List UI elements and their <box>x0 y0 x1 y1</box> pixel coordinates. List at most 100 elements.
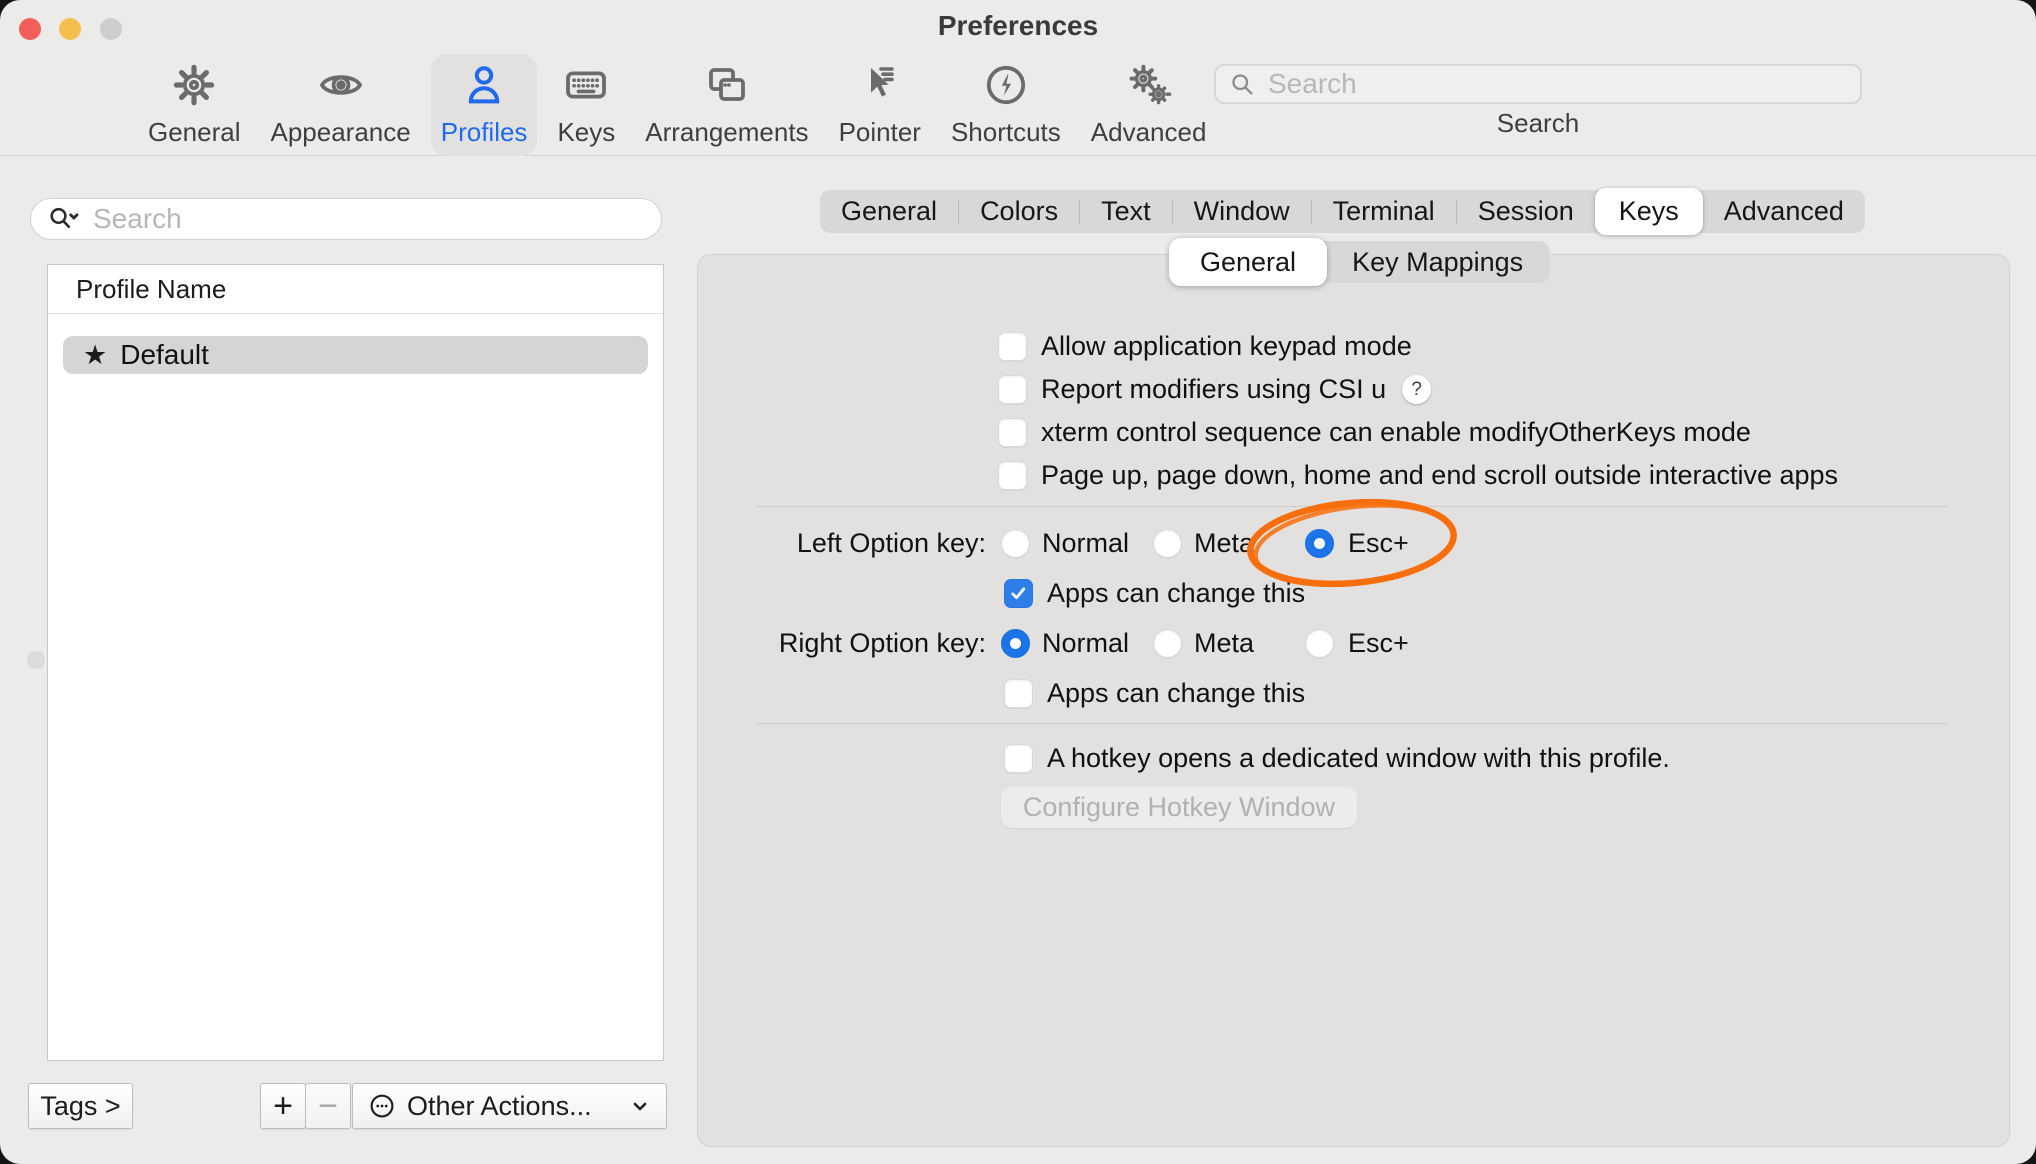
tab-window[interactable]: Window <box>1173 190 1311 233</box>
checkbox-label: Report modifiers using CSI u <box>1041 374 1386 405</box>
toolbar-item-general[interactable]: General <box>138 54 251 156</box>
toolbar-item-label: Pointer <box>839 117 921 148</box>
checkbox-label: Apps can change this <box>1047 678 1305 709</box>
tags-button[interactable]: Tags > <box>28 1083 133 1129</box>
hotkey-row: A hotkey opens a dedicated window with t… <box>1004 743 1670 774</box>
radio-label: Meta <box>1194 528 1254 559</box>
keys-subtab-strip: General Key Mappings <box>1171 241 1550 283</box>
checkbox-label: Apps can change this <box>1047 578 1305 609</box>
left-option-key-label: Left Option key: <box>698 528 986 558</box>
left-option-meta: Meta <box>1153 528 1254 559</box>
other-actions-label: Other Actions... <box>407 1091 592 1122</box>
toolbar-item-label: Arrangements <box>645 117 808 148</box>
toolbar-item-arrangements[interactable]: Arrangements <box>635 54 818 156</box>
profile-row-default[interactable]: ★ Default <box>63 336 648 374</box>
other-actions-dropdown[interactable]: Other Actions... <box>352 1083 667 1129</box>
right-apps-change-row: Apps can change this <box>1004 678 1305 709</box>
remove-profile-button[interactable]: − <box>305 1083 351 1129</box>
window-title: Preferences <box>0 10 2036 42</box>
windows-icon <box>702 61 752 114</box>
checkbox-row: Page up, page down, home and end scroll … <box>998 460 1838 491</box>
toolbar-item-appearance[interactable]: Appearance <box>261 54 421 156</box>
hotkey-window-checkbox[interactable] <box>1004 744 1033 773</box>
right-option-meta: Meta <box>1153 628 1254 659</box>
tab-text[interactable]: Text <box>1080 190 1172 233</box>
add-profile-button[interactable]: + <box>260 1083 306 1129</box>
toolbar-item-label: Profiles <box>441 117 528 148</box>
profile-tab-strip: General Colors Text Window Terminal Sess… <box>820 190 1865 233</box>
left-option-normal: Normal <box>1001 528 1129 559</box>
checkbox-row: Report modifiers using CSI u ? <box>998 374 1431 405</box>
radio-label: Esc+ <box>1348 628 1409 659</box>
person-icon <box>459 61 509 114</box>
allow-keypad-checkbox[interactable] <box>998 332 1027 361</box>
tab-general[interactable]: General <box>820 190 958 233</box>
default-star-icon: ★ <box>83 342 107 369</box>
right-option-esc-radio[interactable] <box>1305 629 1334 658</box>
toolbar-item-keys[interactable]: Keys <box>547 54 625 156</box>
toolbar-item-advanced[interactable]: Advanced <box>1081 54 1217 156</box>
right-option-normal: Normal <box>1001 628 1129 659</box>
right-apps-change-checkbox[interactable] <box>1004 679 1033 708</box>
search-icon <box>1228 70 1256 98</box>
left-option-normal-radio[interactable] <box>1001 529 1030 558</box>
cursor-icon <box>855 61 905 114</box>
profile-name: Default <box>120 339 209 371</box>
right-option-key-label: Right Option key: <box>698 628 986 658</box>
right-option-normal-radio[interactable] <box>1001 629 1030 658</box>
left-option-esc: Esc+ <box>1305 528 1409 559</box>
tab-terminal[interactable]: Terminal <box>1312 190 1456 233</box>
profile-settings-panel: Allow application keypad mode Report mod… <box>697 254 2010 1147</box>
left-apps-change-checkbox[interactable] <box>1004 579 1033 608</box>
lightning-circle-icon <box>981 61 1031 114</box>
tab-colors[interactable]: Colors <box>959 190 1079 233</box>
left-option-meta-radio[interactable] <box>1153 529 1182 558</box>
keyboard-icon <box>561 61 611 114</box>
tab-session[interactable]: Session <box>1457 190 1595 233</box>
toolbar-search-field[interactable] <box>1214 64 1862 104</box>
subtab-general[interactable]: General <box>1169 238 1327 286</box>
splitter-dot <box>27 651 45 669</box>
profile-list-header: Profile Name <box>48 265 663 314</box>
radio-label: Meta <box>1194 628 1254 659</box>
section-divider <box>756 723 1948 724</box>
checkbox-row: xterm control sequence can enable modify… <box>998 417 1751 448</box>
toolbar-item-label: General <box>148 117 241 148</box>
help-button[interactable]: ? <box>1402 375 1431 404</box>
checkbox-label: xterm control sequence can enable modify… <box>1041 417 1751 448</box>
toolbar-search-caption: Search <box>1214 108 1862 139</box>
configure-hotkey-window-button[interactable]: Configure Hotkey Window <box>1001 787 1357 828</box>
checkbox-row: Allow application keypad mode <box>998 331 1412 362</box>
profile-search-input[interactable] <box>91 202 651 236</box>
profile-list: Profile Name ★ Default <box>47 264 664 1061</box>
toolbar-item-shortcuts[interactable]: Shortcuts <box>941 54 1071 156</box>
profile-search-field[interactable] <box>30 198 662 240</box>
preferences-toolbar: General Appearance Profiles Keys Arrange… <box>138 54 1216 156</box>
scoped-search-icon <box>47 204 81 234</box>
ellipsis-circle-icon <box>367 1091 397 1121</box>
right-option-meta-radio[interactable] <box>1153 629 1182 658</box>
radio-label: Esc+ <box>1348 528 1409 559</box>
toolbar-item-label: Advanced <box>1091 117 1207 148</box>
eye-icon <box>316 61 366 114</box>
gear-icon <box>169 61 219 114</box>
radio-label: Normal <box>1042 528 1129 559</box>
gears-icon <box>1124 61 1174 114</box>
section-divider <box>756 506 1948 507</box>
toolbar-item-pointer[interactable]: Pointer <box>829 54 931 156</box>
checkbox-label: Allow application keypad mode <box>1041 331 1412 362</box>
checkbox-label: Page up, page down, home and end scroll … <box>1041 460 1838 491</box>
checkbox-label: A hotkey opens a dedicated window with t… <box>1047 743 1670 774</box>
modify-other-keys-checkbox[interactable] <box>998 418 1027 447</box>
tab-advanced[interactable]: Advanced <box>1703 190 1865 233</box>
left-apps-change-row: Apps can change this <box>1004 578 1305 609</box>
page-scroll-checkbox[interactable] <box>998 461 1027 490</box>
subtab-key-mappings[interactable]: Key Mappings <box>1325 241 1550 283</box>
csi-u-checkbox[interactable] <box>998 375 1027 404</box>
tab-keys[interactable]: Keys <box>1595 188 1703 235</box>
left-option-esc-radio[interactable] <box>1305 529 1334 558</box>
right-option-esc: Esc+ <box>1305 628 1409 659</box>
radio-label: Normal <box>1042 628 1129 659</box>
toolbar-search-input[interactable] <box>1266 67 1848 101</box>
toolbar-item-profiles[interactable]: Profiles <box>431 54 538 156</box>
